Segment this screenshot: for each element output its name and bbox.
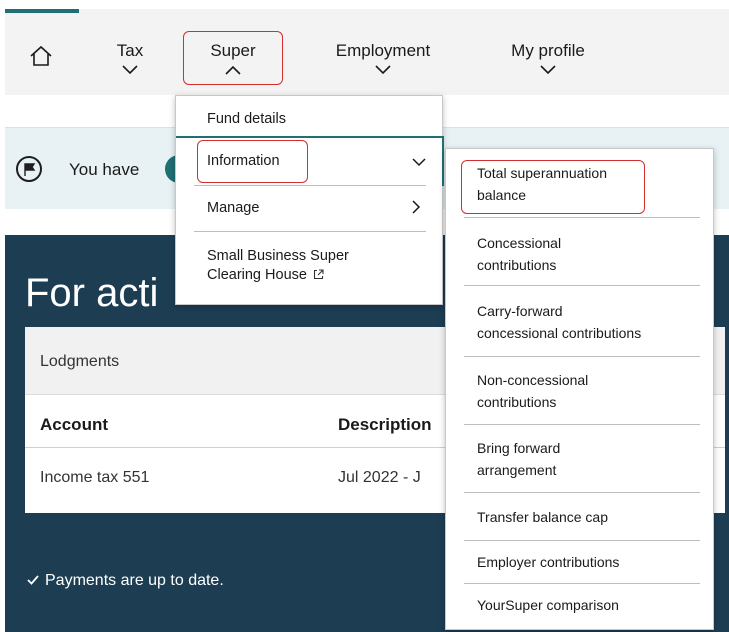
- menu-item-label: Non-concessional: [477, 372, 589, 388]
- external-link-icon: [313, 269, 324, 280]
- nav-super[interactable]: Super: [183, 31, 283, 85]
- menu-divider: [464, 583, 700, 584]
- menu-item-sbsch-line2[interactable]: Clearing House: [207, 267, 324, 283]
- menu-divider: [464, 217, 700, 218]
- column-header-description: Description: [338, 415, 432, 434]
- home-icon: [30, 45, 52, 66]
- menu-item-carry-forward[interactable]: Carry-forward concessional contributions: [477, 300, 709, 344]
- menu-item-label: Concessional: [477, 235, 562, 251]
- chevron-down-icon: [122, 65, 138, 75]
- nav-my-profile-label: My profile: [511, 41, 585, 60]
- payments-status: Payments are up to date.: [27, 572, 224, 590]
- menu-divider: [464, 285, 700, 286]
- notification-text: You have: [69, 160, 140, 179]
- menu-divider: [194, 185, 426, 186]
- nav-employment-label: Employment: [335, 41, 431, 60]
- section-title: For acti: [25, 271, 159, 315]
- menu-item-label: YourSuper comparison: [477, 597, 619, 613]
- menu-item-label: contributions: [477, 394, 557, 410]
- menu-item-sbsch-line2-label: Clearing House: [207, 267, 307, 283]
- menu-divider: [464, 424, 700, 425]
- menu-item-label: Employer contributions: [477, 554, 620, 570]
- flag-icon: [16, 156, 42, 182]
- menu-item-non-concessional[interactable]: Non-concessional contributions: [477, 369, 709, 413]
- payments-status-text: Payments are up to date.: [45, 572, 224, 589]
- top-nav: Tax Super Employment My profile: [5, 9, 729, 95]
- menu-item-transfer-balance-cap[interactable]: Transfer balance cap: [477, 506, 709, 528]
- menu-item-concessional-contributions[interactable]: Concessional contributions: [477, 232, 709, 276]
- selected-indicator: [442, 136, 444, 186]
- menu-divider: [464, 356, 700, 357]
- menu-item-label: concessional contributions: [477, 325, 642, 341]
- menu-item-label: balance: [477, 187, 527, 203]
- column-header-account: Account: [40, 415, 108, 434]
- chevron-right-icon: [412, 200, 421, 214]
- menu-item-label: Bring forward: [477, 440, 561, 456]
- table-cell-description: Jul 2022 - J: [338, 469, 421, 486]
- menu-item-label: arrangement: [477, 462, 557, 478]
- menu-item-total-super-balance[interactable]: Total superannuation balance: [477, 162, 709, 206]
- menu-divider: [194, 231, 426, 232]
- chevron-up-icon: [225, 65, 241, 75]
- menu-divider: [464, 492, 700, 493]
- nav-employment[interactable]: Employment: [318, 41, 448, 75]
- menu-item-information[interactable]: Information: [207, 153, 280, 169]
- card-header-label: Lodgments: [40, 353, 120, 370]
- chevron-down-icon: [540, 65, 556, 75]
- menu-divider: [464, 540, 700, 541]
- nav-tax[interactable]: Tax: [110, 41, 150, 75]
- nav-super-label: Super: [210, 41, 256, 60]
- menu-item-sbsch-line1[interactable]: Small Business Super: [207, 248, 349, 264]
- selected-indicator: [176, 136, 444, 138]
- menu-item-label: Carry-forward: [477, 303, 563, 319]
- menu-item-label: contributions: [477, 257, 557, 273]
- menu-item-fund-details[interactable]: Fund details: [207, 111, 286, 127]
- menu-item-bring-forward[interactable]: Bring forward arrangement: [477, 437, 709, 481]
- menu-item-employer-contributions[interactable]: Employer contributions: [477, 551, 709, 573]
- menu-item-label: Total superannuation: [477, 165, 607, 181]
- chevron-down-icon: [375, 65, 391, 75]
- super-dropdown-menu: Fund details Information Manage Small Bu…: [175, 95, 444, 305]
- home-tab[interactable]: [5, 9, 79, 95]
- menu-item-yoursuper-comparison[interactable]: YourSuper comparison: [477, 594, 709, 616]
- menu-item-manage[interactable]: Manage: [207, 200, 259, 216]
- table-cell-account: Income tax 551: [40, 469, 150, 486]
- menu-item-label: Transfer balance cap: [477, 509, 608, 525]
- nav-tax-label: Tax: [116, 41, 144, 60]
- nav-my-profile[interactable]: My profile: [498, 41, 598, 75]
- checkmark-icon: [27, 575, 39, 585]
- information-submenu: Total superannuation balance Concessiona…: [445, 148, 714, 630]
- chevron-down-icon: [412, 158, 426, 167]
